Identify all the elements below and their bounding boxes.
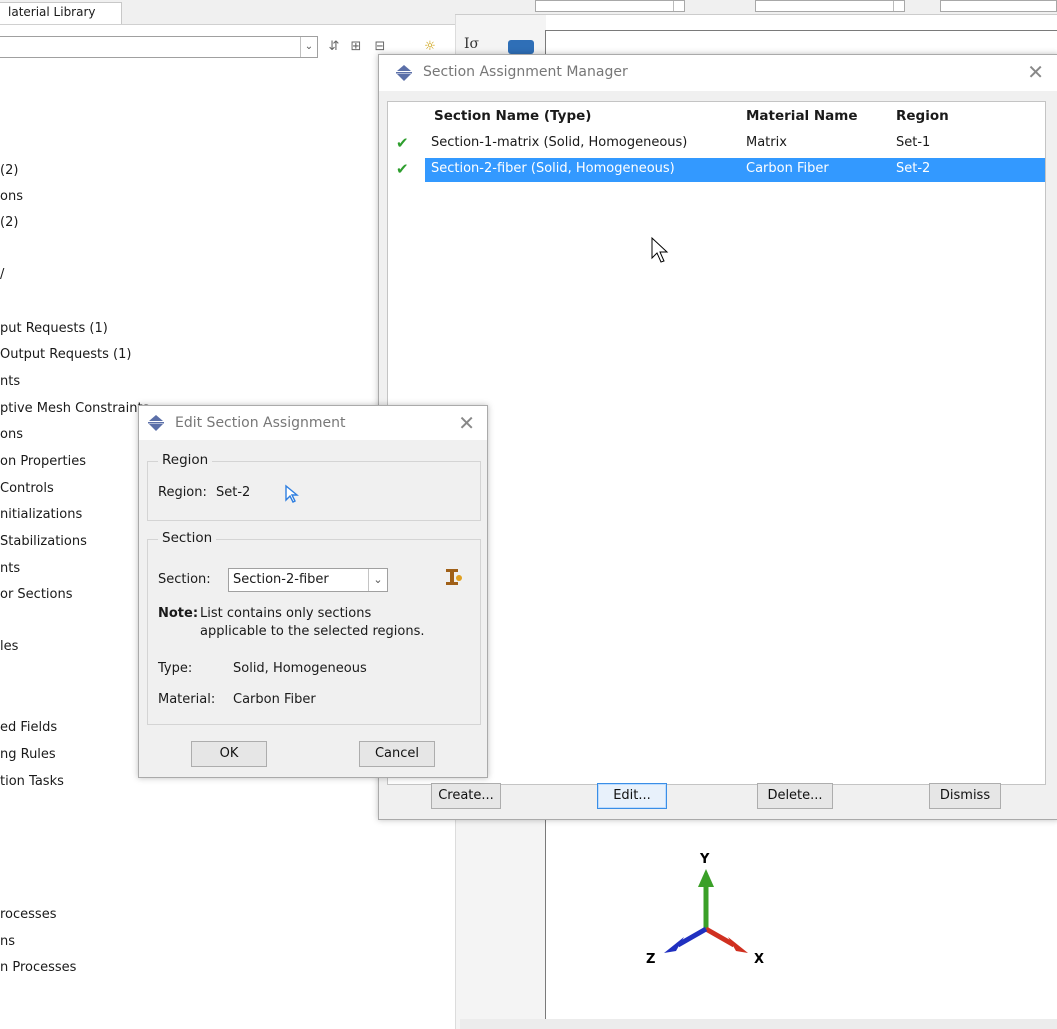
tree-item[interactable]: ons — [0, 188, 23, 206]
tree-item[interactable]: (2) — [0, 162, 18, 180]
select-region-arrow-icon[interactable] — [284, 484, 300, 504]
context-combo[interactable] — [535, 0, 685, 12]
chevron-down-icon — [673, 1, 684, 11]
chevron-down-icon: ⌄ — [368, 569, 387, 591]
note-label: Note: — [158, 606, 199, 621]
dialog-title: Edit Section Assignment — [175, 415, 346, 431]
note-text-line1: List contains only sections — [200, 606, 372, 621]
y-axis-label: Y — [699, 852, 710, 867]
context-combo[interactable] — [755, 0, 905, 12]
z-axis-label: Z — [646, 952, 655, 967]
tree-item[interactable]: Controls — [0, 480, 54, 498]
tree-item[interactable]: tion Tasks — [0, 773, 64, 791]
region-cell: Set-2 — [896, 161, 931, 176]
up-down-icon[interactable]: ⇵ — [324, 36, 344, 58]
material-cell: Matrix — [746, 135, 787, 150]
material-value: Carbon Fiber — [233, 692, 316, 707]
abaqus-app-icon — [396, 65, 412, 81]
group-label: Section — [158, 530, 217, 546]
section-combo[interactable]: Section-2-fiber ⌄ — [228, 568, 388, 592]
chevron-down-icon — [893, 1, 904, 11]
tree-item[interactable]: ns — [0, 933, 15, 951]
type-label: Type: — [158, 661, 193, 676]
tree-item[interactable]: ng Rules — [0, 746, 56, 764]
material-label: Material: — [158, 692, 216, 707]
edit-button[interactable]: Edit... — [597, 783, 667, 809]
dialog-title: Section Assignment Manager — [423, 64, 628, 80]
svg-text:Iσ: Iσ — [464, 36, 480, 52]
tab-material-library[interactable]: laterial Library — [0, 2, 122, 24]
section-tool-icon[interactable]: Iσ — [462, 34, 540, 54]
tree-item[interactable]: nts — [0, 373, 20, 391]
section-name-cell: Section-2-fiber (Solid, Homogeneous) — [431, 161, 675, 176]
tree-item[interactable]: or Sections — [0, 586, 73, 604]
dialog-title-bar[interactable]: Edit Section Assignment ✕ — [139, 406, 487, 440]
create-button[interactable]: Create... — [431, 783, 501, 809]
status-strip — [460, 1019, 1057, 1029]
axis-triad: Y X Z — [646, 852, 764, 967]
section-group: Section Section: Section-2-fiber ⌄ Note:… — [147, 530, 481, 725]
close-icon[interactable]: ✕ — [458, 411, 475, 435]
create-section-icon[interactable] — [442, 566, 464, 588]
tree-item[interactable]: ons — [0, 426, 23, 444]
table-row[interactable]: ✔ Section-2-fiber (Solid, Homogeneous) C… — [388, 158, 1045, 182]
tree-item[interactable]: Output Requests (1) — [0, 346, 131, 364]
column-header[interactable]: Region — [896, 108, 949, 124]
tab-bar: laterial Library — [0, 0, 455, 25]
chevron-down-icon: ⌄ — [300, 37, 317, 57]
table-row[interactable]: ✔ Section-1-matrix (Solid, Homogeneous) … — [388, 132, 1045, 156]
note-text-line2: applicable to the selected regions. — [200, 624, 425, 639]
delete-button[interactable]: Delete... — [757, 783, 833, 809]
cancel-button[interactable]: Cancel — [359, 741, 435, 767]
mouse-cursor-icon — [651, 236, 669, 263]
edit-section-assignment-dialog: Edit Section Assignment ✕ Region Region:… — [138, 405, 488, 778]
section-name-cell: Section-1-matrix (Solid, Homogeneous) — [431, 135, 688, 150]
tree-item[interactable]: Stabilizations — [0, 533, 87, 551]
tree-item[interactable]: nts — [0, 560, 20, 578]
close-icon[interactable]: ✕ — [1027, 60, 1044, 84]
dismiss-button[interactable]: Dismiss — [929, 783, 1001, 809]
region-group: Region Region: Set-2 — [147, 452, 481, 521]
dialog-title-bar[interactable]: Section Assignment Manager ✕ — [379, 55, 1057, 91]
ok-button[interactable]: OK — [191, 741, 267, 767]
check-icon: ✔ — [396, 160, 409, 178]
region-cell: Set-1 — [896, 135, 931, 150]
context-bar — [455, 0, 1057, 15]
tree-item[interactable]: les — [0, 638, 18, 656]
group-label: Region — [158, 452, 213, 468]
type-value: Solid, Homogeneous — [233, 661, 367, 676]
tree-item[interactable]: ed Fields — [0, 719, 57, 737]
tree-item[interactable]: (2) — [0, 214, 18, 232]
toolbox-icons: Iσ — [462, 34, 540, 54]
region-label: Region: — [158, 485, 207, 500]
section-value: Section-2-fiber — [233, 572, 329, 587]
model-selector[interactable]: ⌄ — [0, 36, 318, 58]
section-label: Section: — [158, 572, 211, 587]
x-axis-label: X — [754, 952, 764, 967]
tree-item[interactable]: nitializations — [0, 506, 82, 524]
collapse-tree-icon[interactable]: ⊞ — [346, 36, 366, 58]
region-value: Set-2 — [216, 485, 251, 500]
context-combo[interactable] — [940, 0, 1057, 12]
column-header[interactable]: Section Name (Type) — [434, 108, 591, 124]
tree-item[interactable]: ptive Mesh Constraints — [0, 400, 149, 418]
tree-item[interactable]: put Requests (1) — [0, 320, 108, 338]
material-cell: Carbon Fiber — [746, 161, 829, 176]
tree-item[interactable]: n Processes — [0, 959, 76, 977]
column-header[interactable]: Material Name — [746, 108, 858, 124]
abaqus-app-icon — [148, 415, 164, 431]
tree-item[interactable]: / — [0, 266, 4, 284]
tree-item[interactable]: on Properties — [0, 453, 86, 471]
check-icon: ✔ — [396, 134, 409, 152]
tree-item[interactable]: rocesses — [0, 906, 56, 924]
